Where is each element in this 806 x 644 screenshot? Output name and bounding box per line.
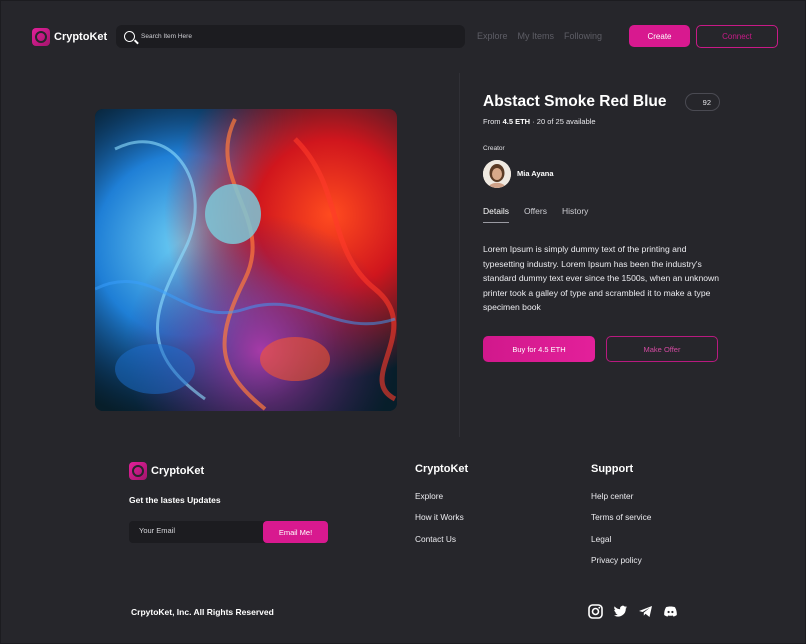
detail-tabs: Details Offers History — [483, 206, 588, 223]
tab-details[interactable]: Details — [483, 206, 509, 223]
footer-link-privacy[interactable]: Privacy policy — [591, 555, 651, 576]
email-input[interactable] — [139, 526, 259, 535]
create-button[interactable]: Create — [629, 25, 690, 47]
footer-link-how-it-works[interactable]: How it Works — [415, 512, 468, 533]
footer-link-legal[interactable]: Legal — [591, 534, 651, 555]
email-me-button[interactable]: Email Me! — [263, 521, 328, 543]
buy-button[interactable]: Buy for 4.5 ETH — [483, 336, 595, 362]
footer-link-terms[interactable]: Terms of service — [591, 512, 651, 533]
footer-col-title: Support — [591, 463, 634, 475]
price-prefix: From — [483, 117, 501, 126]
search-input[interactable] — [141, 33, 441, 40]
footer-link-explore[interactable]: Explore — [415, 491, 468, 512]
footer-col-title: CryptoKet — [415, 463, 469, 475]
page: CryptoKet Explore My Items Following Cre… — [0, 0, 806, 644]
price-line: From 4.5 ETH · 20 of 25 available — [483, 117, 596, 126]
footer-link-help[interactable]: Help center — [591, 491, 651, 512]
social-links — [588, 604, 678, 619]
footer-col-support: Support Help center Terms of service Leg… — [591, 463, 651, 576]
creator-label: Creator — [483, 145, 505, 152]
price-value: 4.5 ETH — [502, 117, 531, 126]
make-offer-button[interactable]: Make Offer — [606, 336, 718, 362]
likes-badge[interactable]: 92 — [685, 93, 720, 111]
main-nav: Explore My Items Following — [477, 31, 602, 41]
likes-count: 92 — [702, 97, 711, 107]
nav-following[interactable]: Following — [564, 31, 602, 41]
tab-offers[interactable]: Offers — [524, 206, 547, 223]
copyright: CrpytoKet, Inc. All Rights Reserved — [131, 607, 274, 617]
instagram-icon[interactable] — [588, 604, 603, 619]
nft-description: Lorem Ipsum is simply dummy text of the … — [483, 244, 719, 313]
availability: 20 of 25 available — [536, 117, 596, 126]
tab-history[interactable]: History — [562, 206, 588, 223]
search-icon — [124, 31, 135, 42]
header-logo[interactable]: CryptoKet — [32, 28, 107, 46]
footer-link-contact[interactable]: Contact Us — [415, 534, 468, 555]
telegram-icon[interactable] — [638, 604, 653, 619]
discord-icon[interactable] — [663, 604, 678, 619]
vertical-divider — [459, 73, 460, 437]
search-bar[interactable] — [116, 25, 465, 48]
footer-col-cryptoket: CryptoKet Explore How it Works Contact U… — [415, 463, 468, 555]
creator-avatar[interactable] — [483, 160, 511, 188]
footer-logo-text: CryptoKet — [151, 465, 205, 477]
logo-icon — [32, 28, 50, 46]
footer-logo[interactable]: CryptoKet — [129, 462, 204, 480]
creator-name[interactable]: Mia Ayana — [517, 169, 554, 178]
connect-button[interactable]: Connect — [696, 25, 778, 48]
twitter-icon[interactable] — [613, 604, 628, 619]
logo-icon — [129, 462, 147, 480]
updates-heading: Get the lastes Updates — [129, 495, 221, 505]
newsletter-form: Email Me! — [129, 521, 328, 543]
nav-explore[interactable]: Explore — [477, 31, 508, 41]
nft-artwork — [95, 109, 397, 411]
nft-title: Abstact Smoke Red Blue — [483, 93, 667, 110]
nav-my-items[interactable]: My Items — [518, 31, 555, 41]
logo-text: CryptoKet — [54, 31, 108, 43]
